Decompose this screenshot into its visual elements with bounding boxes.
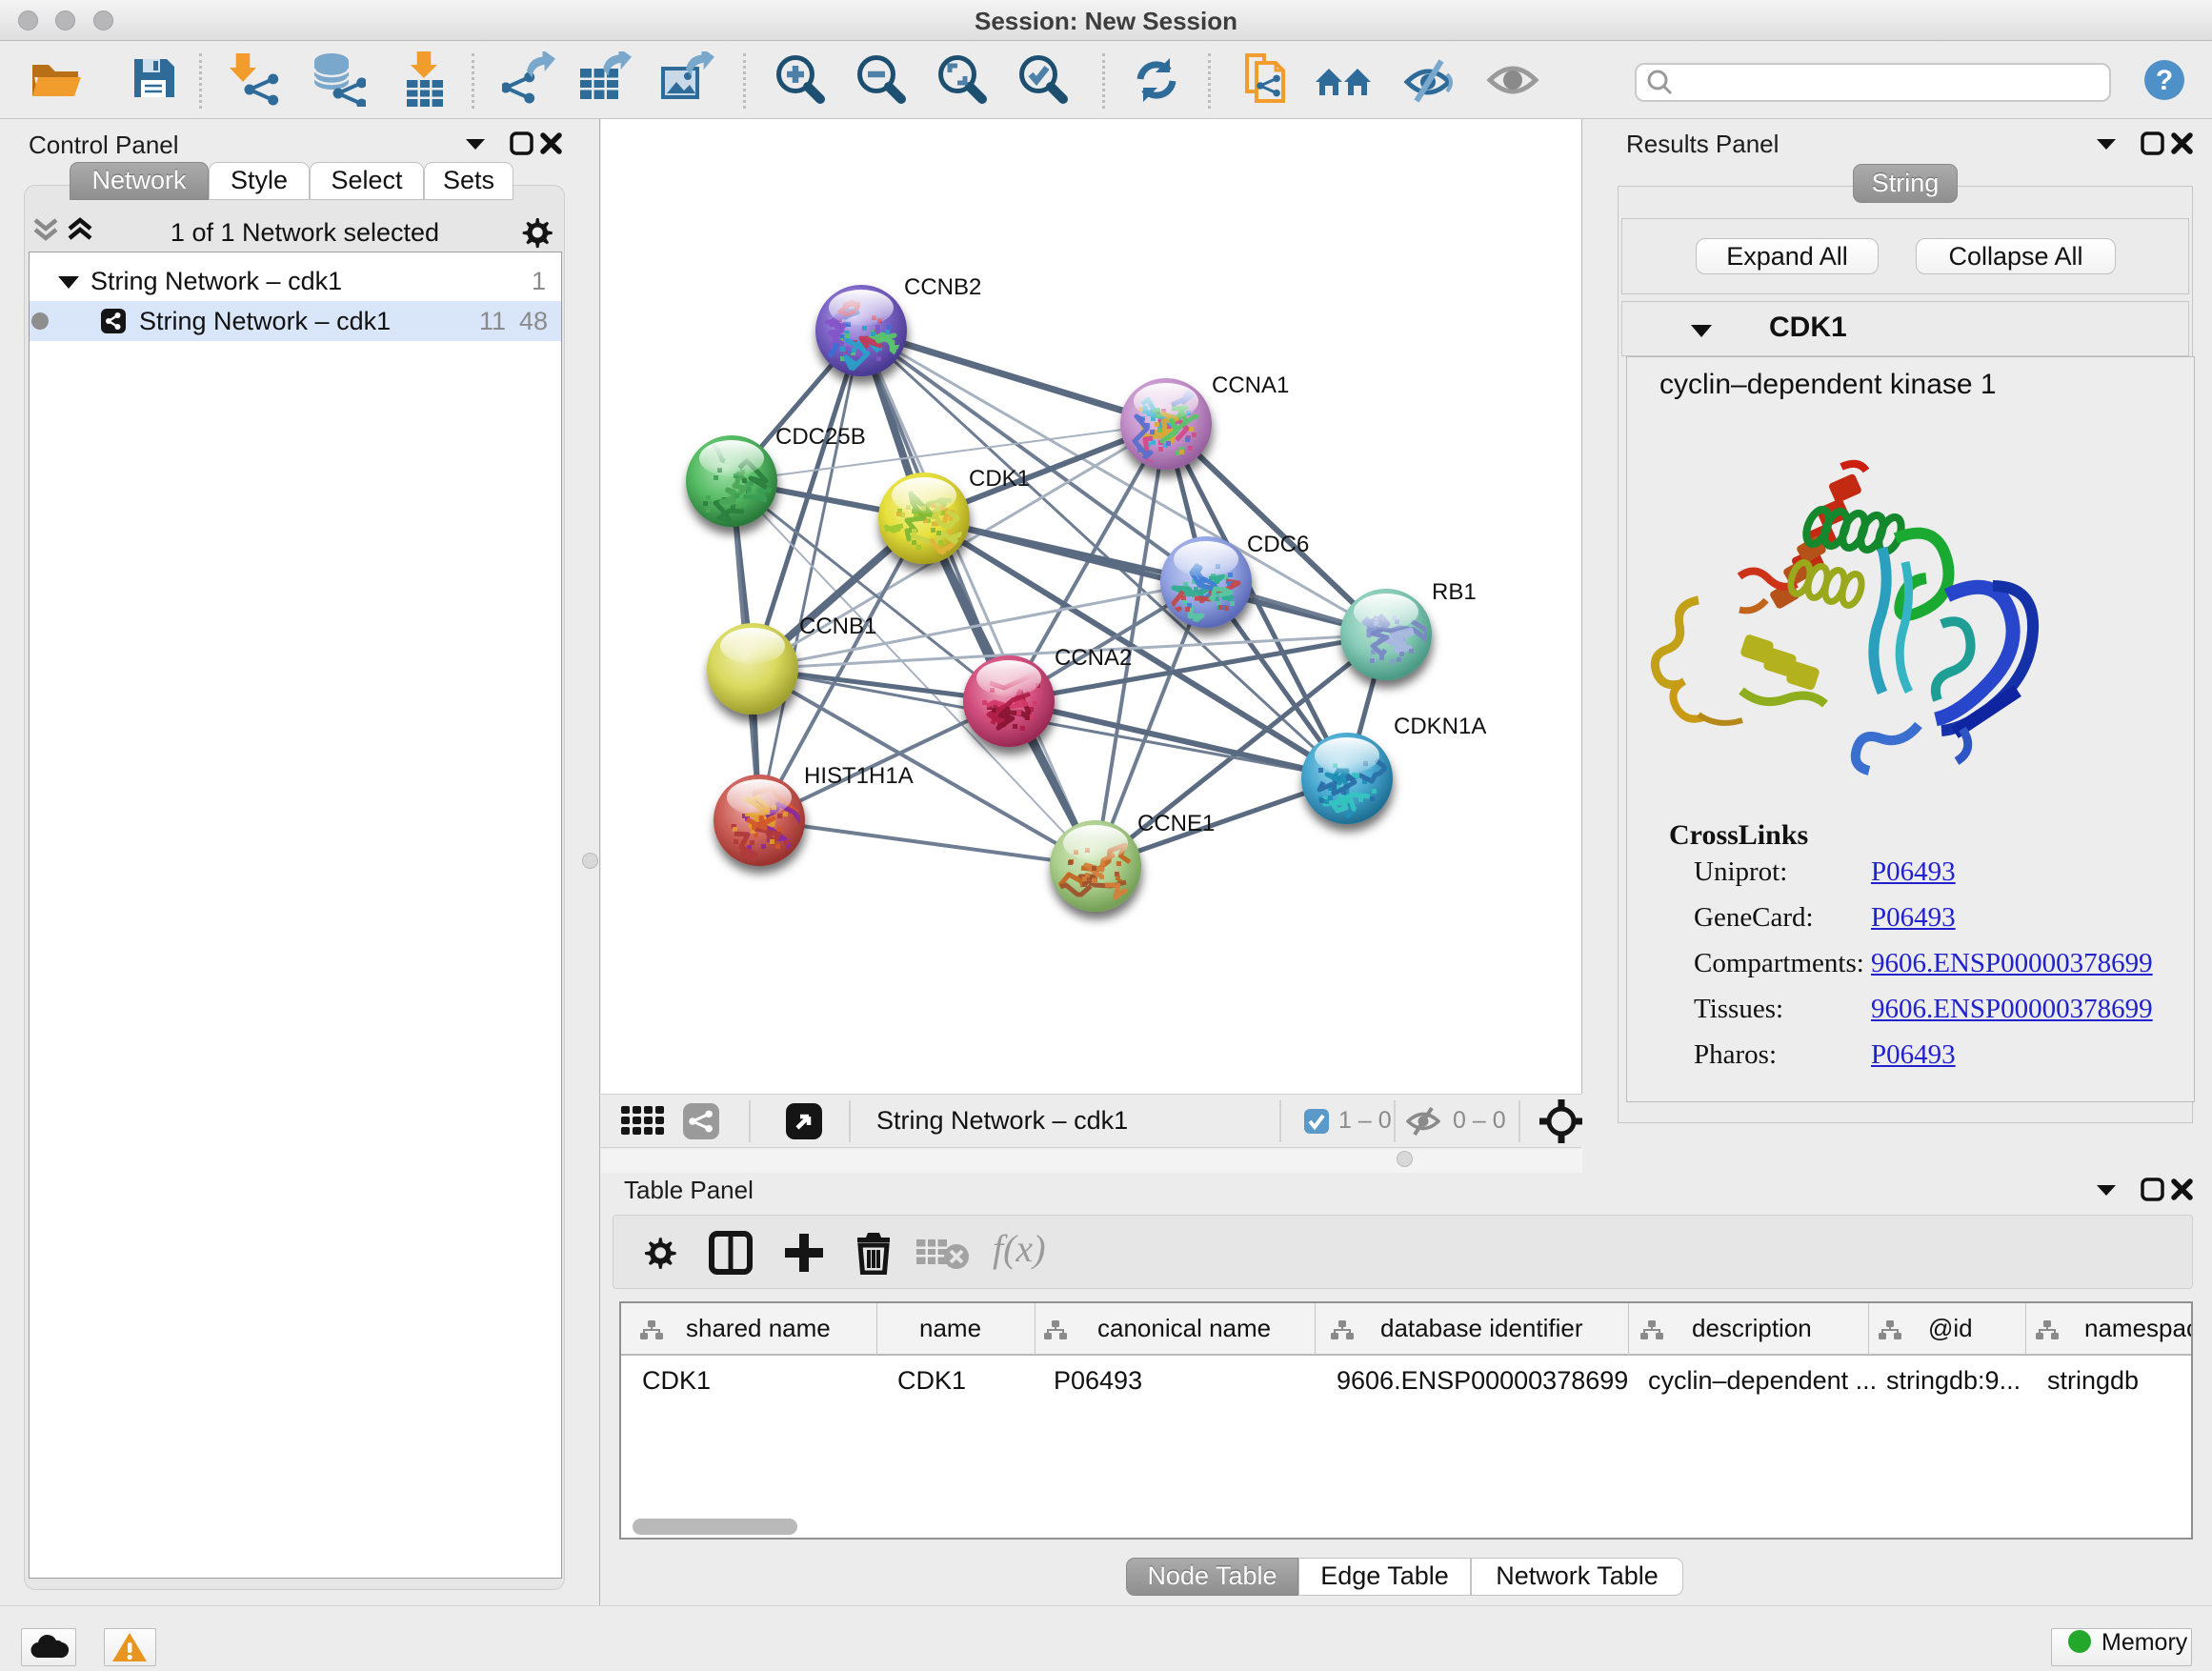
svg-text:CDK1: CDK1 — [969, 466, 1030, 492]
svg-text:CDC25B: CDC25B — [775, 424, 866, 450]
svg-text:CCNB2: CCNB2 — [904, 274, 981, 300]
svg-text:CDC6: CDC6 — [1247, 532, 1309, 557]
svg-text:HIST1H1A: HIST1H1A — [804, 763, 914, 789]
svg-text:?: ? — [2156, 65, 2173, 96]
svg-text:CCNB1: CCNB1 — [799, 614, 876, 639]
svg-text:RB1: RB1 — [1432, 579, 1477, 605]
svg-text:CDKN1A: CDKN1A — [1394, 714, 1486, 739]
svg-text:CCNA1: CCNA1 — [1212, 372, 1289, 398]
svg-text:CCNA2: CCNA2 — [1055, 645, 1132, 671]
svg-text:CCNE1: CCNE1 — [1137, 811, 1215, 836]
